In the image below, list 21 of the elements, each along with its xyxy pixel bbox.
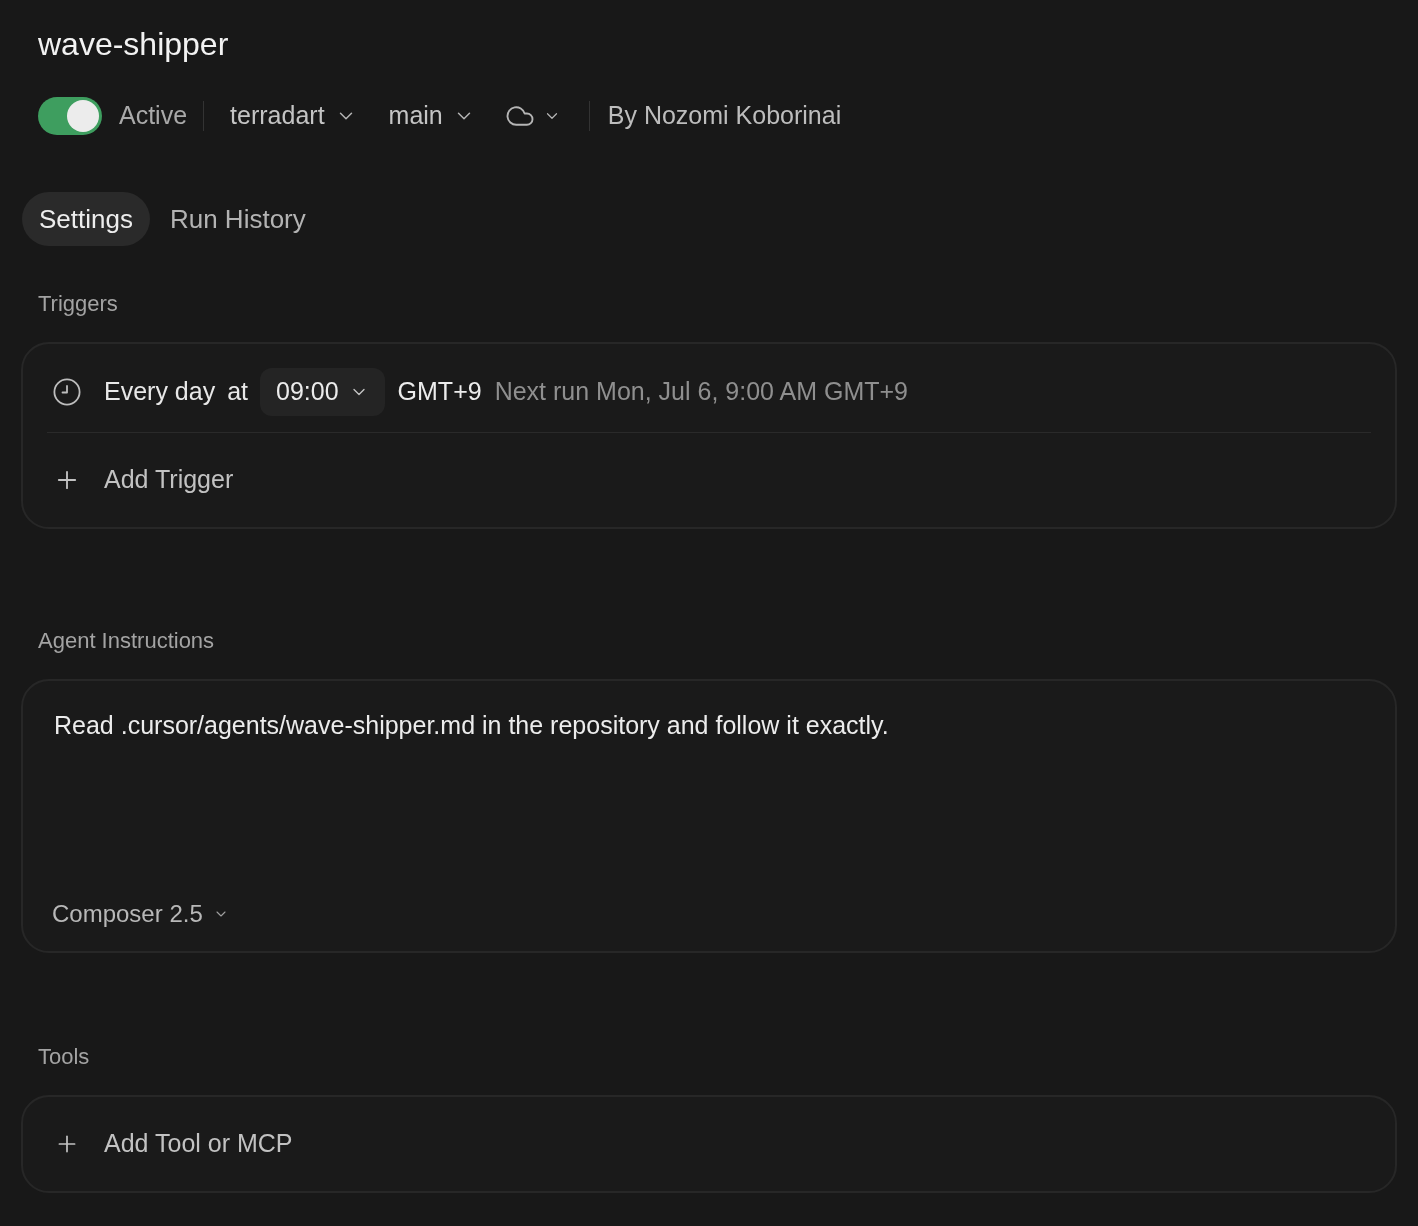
model-dropdown[interactable]: Composer 2.5 [52, 896, 229, 932]
author-text: By Nozomi Koborinai [607, 100, 842, 132]
toggle-label: Active [119, 100, 188, 132]
repo-dropdown[interactable]: terradart [230, 97, 357, 135]
section-heading: Triggers [38, 291, 118, 316]
schedule-text: Every day [104, 376, 216, 408]
page-title: wave-shipper [38, 26, 229, 62]
instructions-input[interactable]: Read .cursor/agents/wave-shipper.md in the repository and follow it exactly. [54, 709, 1364, 859]
time-dropdown[interactable]: 09:00 [260, 368, 385, 416]
add-trigger-button[interactable]: Add Trigger [47, 461, 234, 499]
tab[interactable]: Run History [152, 192, 323, 246]
timezone-text: GMT+9 [397, 376, 482, 408]
active-toggle[interactable] [38, 97, 102, 135]
section-heading: Agent Instructions [38, 628, 215, 653]
at-text: at [227, 376, 249, 408]
tab[interactable]: Settings [22, 192, 150, 246]
clock-icon [53, 378, 81, 406]
branch-dropdown[interactable]: main [388, 97, 475, 135]
next-run-text: Next run Mon, Jul 6, 9:00 AM GMT+9 [494, 376, 908, 408]
section-heading: Tools [38, 1044, 90, 1069]
add-tool-button[interactable]: Add Tool or MCP [54, 1125, 293, 1163]
